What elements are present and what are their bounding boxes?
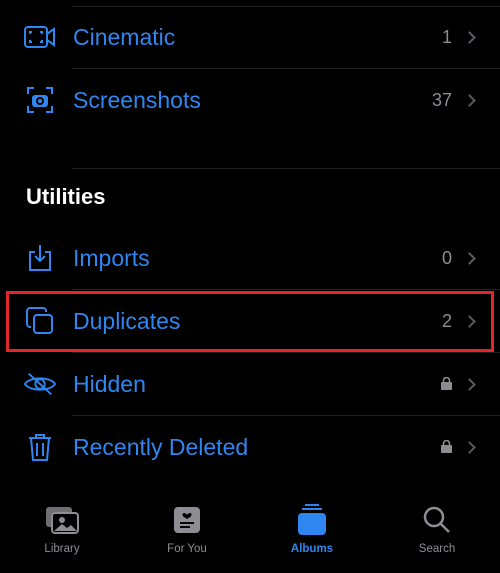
search-icon xyxy=(387,503,487,537)
tab-search[interactable]: Search xyxy=(387,503,487,555)
album-cinematic[interactable]: Cinematic 1 xyxy=(0,6,500,68)
tab-library[interactable]: Library xyxy=(12,503,112,555)
photo-library-icon xyxy=(12,503,112,537)
highlight-box xyxy=(6,291,494,352)
chevron-right-icon xyxy=(463,440,476,454)
trash-icon xyxy=(24,431,56,463)
tab-bar: Library For You Albums Search xyxy=(0,495,500,573)
chevron-right-icon xyxy=(463,377,476,391)
lock-icon xyxy=(441,374,452,395)
utility-imports[interactable]: Imports 0 xyxy=(0,227,500,289)
import-icon xyxy=(24,242,56,274)
tab-for-you[interactable]: For You xyxy=(137,503,237,555)
utility-hidden[interactable]: Hidden xyxy=(0,353,500,415)
eye-slash-icon xyxy=(24,368,56,400)
chevron-right-icon xyxy=(463,30,476,44)
lock-icon xyxy=(441,437,452,458)
albums-icon xyxy=(262,503,362,537)
section-heading: Utilities xyxy=(26,184,106,209)
album-screenshots[interactable]: Screenshots 37 xyxy=(0,69,500,131)
tab-albums[interactable]: Albums xyxy=(262,503,362,555)
screenshot-icon xyxy=(24,84,56,116)
utility-recently-deleted[interactable]: Recently Deleted xyxy=(0,416,500,478)
cinematic-icon xyxy=(24,21,56,53)
for-you-icon xyxy=(137,503,237,537)
chevron-right-icon xyxy=(463,93,476,107)
divider xyxy=(72,168,500,169)
chevron-right-icon xyxy=(463,251,476,265)
